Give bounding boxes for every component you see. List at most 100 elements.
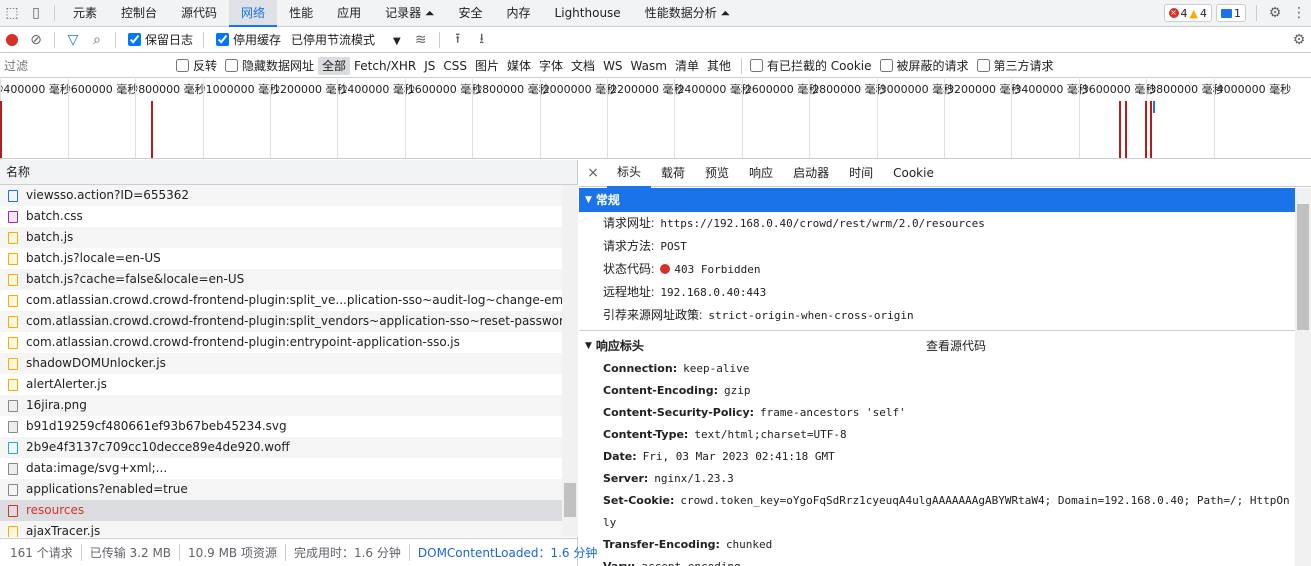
- img-file-icon: [8, 420, 18, 433]
- table-row[interactable]: batch.js?locale=en-US: [0, 248, 562, 269]
- type-filter-6[interactable]: 字体: [535, 57, 567, 75]
- type-filter-11[interactable]: 其他: [703, 57, 735, 75]
- table-row[interactable]: b91d19259cf480661ef93b67beb45234.svg: [0, 416, 562, 437]
- table-row[interactable]: batch.js: [0, 227, 562, 248]
- detail-tab-4[interactable]: 启动器: [783, 160, 839, 187]
- table-row[interactable]: batch.js?cache=false&locale=en-US: [0, 269, 562, 290]
- tab-panel-0[interactable]: 元素: [61, 0, 109, 27]
- type-filter-10[interactable]: 清单: [671, 57, 703, 75]
- name-column-header[interactable]: 名称: [0, 160, 577, 185]
- table-row[interactable]: ajaxTracer.js: [0, 521, 562, 537]
- request-count: 161 个请求: [10, 544, 82, 561]
- table-row[interactable]: 2b9e4f3137c709cc10decce89e4de920.woff: [0, 437, 562, 458]
- blocked-cookies-checkbox[interactable]: 有已拦截的 Cookie: [748, 57, 872, 74]
- table-row[interactable]: viewsso.action?ID=655362: [0, 185, 562, 206]
- network-settings-gear-icon[interactable]: ⚙: [1287, 28, 1311, 52]
- general-section: 请求网址: https://192.168.0.40/crowd/rest/wrm…: [579, 212, 1295, 327]
- tab-panel-3[interactable]: 网络: [229, 0, 278, 27]
- third-party-checkbox[interactable]: 第三方请求: [975, 57, 1054, 74]
- more-icon[interactable]: ⋮: [1287, 1, 1311, 25]
- tab-panel-8[interactable]: 内存: [495, 0, 543, 27]
- tab-panel-7[interactable]: 安全: [447, 0, 495, 27]
- tab-panel-1[interactable]: 控制台: [109, 0, 169, 27]
- table-row[interactable]: com.atlassian.crowd.crowd-frontend-plugi…: [0, 332, 562, 353]
- type-filter-9[interactable]: Wasm: [627, 57, 671, 75]
- timeline-tick-label: 400000 毫秒: [0, 79, 71, 158]
- detail-tab-3[interactable]: 响应: [739, 160, 783, 187]
- panel-tabs: 元素 控制台 源代码 网络 性能 应用 记录器 ⏶ 安全 内存 Lighthouse 性能数据分析 …: [61, 0, 742, 27]
- inspect-element-icon[interactable]: ⬚: [0, 1, 24, 25]
- hide-data-urls-checkbox[interactable]: 隐藏数据网址: [223, 57, 314, 74]
- export-har-icon[interactable]: ⭳: [470, 28, 494, 52]
- request-name: 16jira.png: [26, 398, 87, 412]
- table-row[interactable]: alertAlerter.js: [0, 374, 562, 395]
- invert-checkbox[interactable]: 反转: [174, 57, 217, 74]
- general-value: POST: [660, 240, 687, 253]
- table-row[interactable]: com.atlassian.crowd.crowd-frontend-plugi…: [0, 311, 562, 332]
- invert-check[interactable]: [176, 59, 189, 72]
- response-headers-section-header[interactable]: ▼ 响应标头 查看源代码: [579, 334, 1295, 358]
- tab-panel-9[interactable]: Lighthouse: [543, 0, 633, 27]
- type-filter-1[interactable]: Fetch/XHR: [350, 57, 420, 75]
- tab-panel-5[interactable]: 应用: [325, 0, 373, 27]
- import-har-icon[interactable]: ⭱: [446, 28, 470, 52]
- table-row[interactable]: applications?enabled=true: [0, 479, 562, 500]
- timeline-overview[interactable]: 200000 毫秒400000 毫秒600000 毫秒800000 毫秒1000…: [0, 79, 1311, 159]
- detail-tab-6[interactable]: Cookie: [883, 160, 944, 187]
- type-filter-5[interactable]: 媒体: [503, 57, 535, 75]
- tab-panel-6[interactable]: 记录器 ⏶: [373, 0, 446, 27]
- detail-scrollbar[interactable]: [1295, 188, 1311, 566]
- filter-input[interactable]: [4, 56, 166, 75]
- detail-tab-5[interactable]: 时间: [839, 160, 883, 187]
- tab-panel-4[interactable]: 性能: [277, 0, 325, 27]
- table-row[interactable]: resources: [0, 500, 562, 521]
- filter-icon[interactable]: ▽: [61, 28, 85, 52]
- type-filter-7[interactable]: 文档: [567, 57, 599, 75]
- tab-panel-10[interactable]: 性能数据分析 ⏶: [633, 0, 742, 27]
- type-filter-0[interactable]: 全部: [318, 56, 351, 75]
- header-value: gzip: [724, 384, 751, 397]
- close-icon[interactable]: ×: [581, 161, 605, 185]
- scrollbar-thumb[interactable]: [1297, 204, 1309, 330]
- timeline-bar: [1145, 101, 1147, 158]
- scrollbar-thumb[interactable]: [564, 483, 576, 517]
- record-icon[interactable]: [0, 28, 24, 52]
- status-error-icon: [660, 264, 671, 274]
- third-party-check[interactable]: [976, 59, 990, 72]
- detail-tab-2[interactable]: 预览: [695, 160, 739, 187]
- detail-tab-0[interactable]: 标头: [607, 159, 652, 188]
- preserve-log-checkbox[interactable]: 保留日志: [126, 31, 193, 48]
- type-filter-3[interactable]: CSS: [439, 57, 471, 75]
- messages-badge[interactable]: 1: [1216, 4, 1246, 22]
- throttling-select[interactable]: 已停用节流模式 ▼: [291, 31, 401, 48]
- general-section-header[interactable]: ▼ 常规: [579, 188, 1295, 212]
- request-list-scrollbar[interactable]: [562, 185, 578, 537]
- type-filter-2[interactable]: JS: [420, 57, 439, 75]
- blocked-cookies-check[interactable]: [749, 59, 763, 72]
- table-row[interactable]: shadowDOMUnlocker.js: [0, 353, 562, 374]
- disable-cache-check[interactable]: [216, 33, 230, 46]
- detail-tab-1[interactable]: 载荷: [651, 160, 695, 187]
- gear-icon[interactable]: ⚙: [1263, 1, 1287, 25]
- device-toolbar-icon[interactable]: ▯: [24, 1, 48, 25]
- js-file-icon: [8, 336, 18, 349]
- network-conditions-icon[interactable]: ≋: [409, 28, 433, 52]
- header-value: Fri, 03 Mar 2023 02:41:18 GMT: [642, 450, 835, 463]
- tab-panel-2[interactable]: 源代码: [169, 0, 229, 27]
- issues-badge[interactable]: × 4 ▲ 4: [1163, 4, 1212, 22]
- hide-data-urls-check[interactable]: [225, 59, 239, 72]
- request-name: ajaxTracer.js: [26, 524, 101, 537]
- table-row[interactable]: com.atlassian.crowd.crowd-frontend-plugi…: [0, 290, 562, 311]
- blocked-requests-check[interactable]: [879, 59, 893, 72]
- type-filter-4[interactable]: 图片: [471, 57, 503, 75]
- type-filter-8[interactable]: WS: [599, 57, 626, 75]
- search-icon[interactable]: ⌕: [85, 28, 109, 52]
- table-row[interactable]: data:image/svg+xml;...: [0, 458, 562, 479]
- table-row[interactable]: 16jira.png: [0, 395, 562, 416]
- disable-cache-checkbox[interactable]: 停用缓存: [214, 31, 281, 48]
- view-source-link[interactable]: 查看源代码: [926, 334, 986, 358]
- blocked-requests-checkbox[interactable]: 被屏蔽的请求: [878, 57, 969, 74]
- clear-icon[interactable]: ⊘: [24, 28, 48, 52]
- table-row[interactable]: batch.css: [0, 206, 562, 227]
- preserve-log-check[interactable]: [128, 33, 141, 46]
